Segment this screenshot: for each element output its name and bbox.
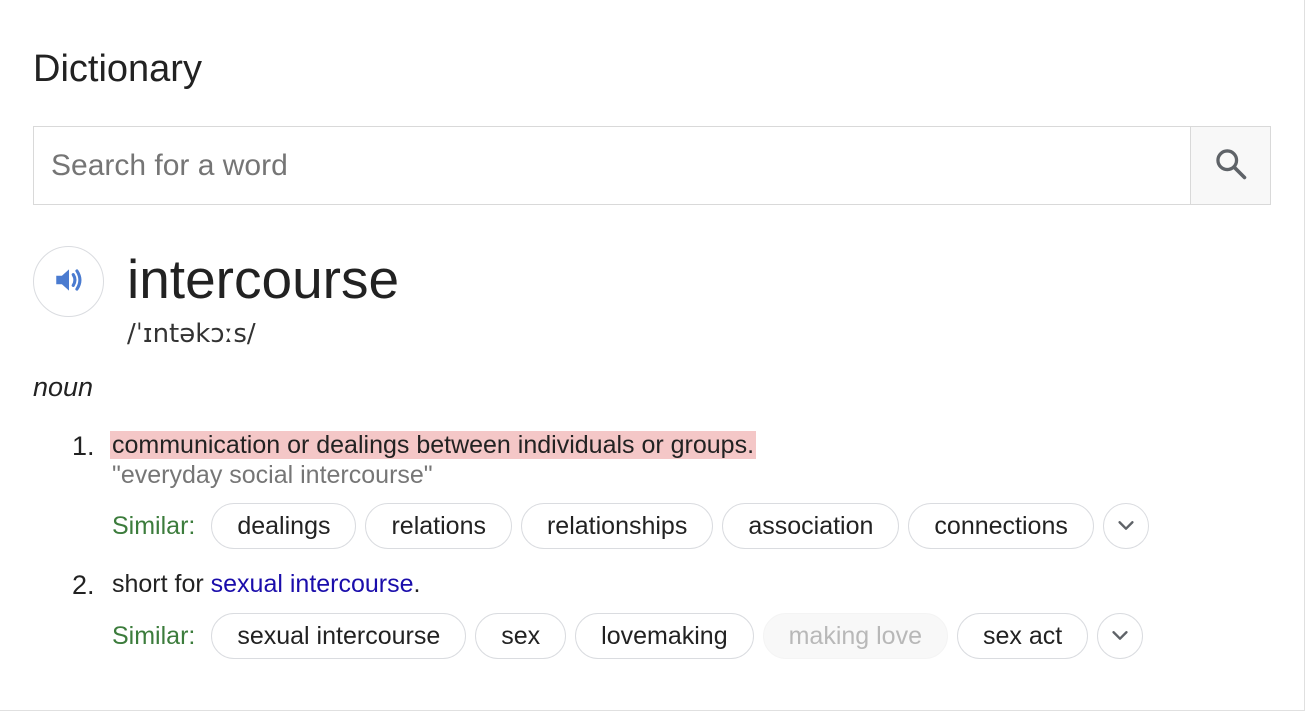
- sense-number: 1.: [72, 431, 95, 461]
- expand-similar-button[interactable]: [1097, 613, 1144, 659]
- speaker-icon: [52, 263, 86, 300]
- similar-chip-muted[interactable]: making love: [762, 613, 948, 659]
- similar-chip[interactable]: lovemaking: [575, 613, 754, 659]
- search-icon: [1213, 146, 1249, 185]
- sense-definition: short for sexual intercourse.: [112, 569, 421, 599]
- similar-chip[interactable]: dealings: [211, 503, 357, 549]
- similar-chip[interactable]: relationships: [520, 503, 714, 549]
- similar-chip[interactable]: association: [722, 503, 900, 549]
- search-box: [33, 126, 1271, 205]
- sense-number: 2.: [72, 570, 95, 600]
- sense-definition: communication or dealings between indivi…: [110, 430, 757, 460]
- similar-label: Similar:: [112, 512, 196, 540]
- similar-chip[interactable]: connections: [908, 503, 1094, 549]
- similar-chip[interactable]: sex act: [957, 613, 1089, 659]
- similar-row: Similar: dealings relations relationship…: [112, 502, 1149, 550]
- definition-link[interactable]: sexual intercourse: [211, 570, 414, 598]
- phonetic-transcription: /ˈɪntəkɔːs/: [127, 319, 256, 349]
- search-input[interactable]: [34, 127, 1190, 204]
- chevron-down-icon: [1109, 624, 1131, 649]
- chevron-down-icon: [1115, 514, 1137, 539]
- similar-label: Similar:: [112, 622, 196, 650]
- definition-suffix: .: [413, 570, 421, 598]
- similar-chip[interactable]: relations: [365, 503, 512, 549]
- highlighted-definition: communication or dealings between indivi…: [110, 431, 757, 459]
- pronunciation-button[interactable]: [33, 246, 104, 317]
- similar-row: Similar: sexual intercourse sex lovemaki…: [112, 612, 1144, 660]
- search-button[interactable]: [1190, 127, 1270, 204]
- similar-chip[interactable]: sex: [475, 613, 567, 659]
- dictionary-card: Dictionary intercourse /ˈɪntəkɔːs/ noun …: [0, 0, 1305, 711]
- expand-similar-button[interactable]: [1102, 503, 1149, 549]
- definition-prefix: short for: [112, 570, 204, 598]
- card-title: Dictionary: [33, 48, 202, 90]
- similar-chip[interactable]: sexual intercourse: [211, 613, 467, 659]
- headword: intercourse: [127, 248, 400, 310]
- sense-example: "everyday social intercourse": [112, 461, 433, 489]
- part-of-speech: noun: [33, 372, 94, 402]
